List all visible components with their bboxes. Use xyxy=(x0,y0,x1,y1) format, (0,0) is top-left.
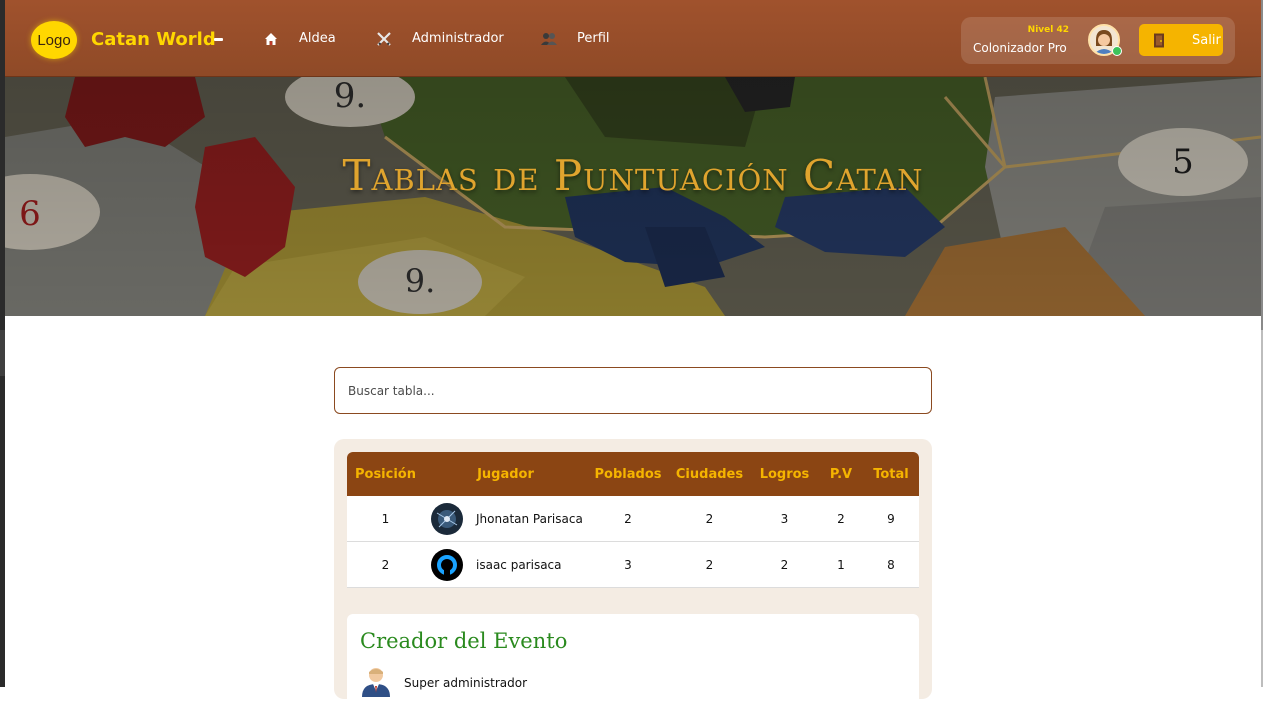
nav-item-administrador[interactable]: Administrador xyxy=(376,0,504,77)
column-header-total[interactable]: Total xyxy=(863,452,919,496)
logo-text: Logo xyxy=(37,31,71,49)
column-header-posicion[interactable]: Posición xyxy=(347,452,424,496)
cell-position: 1 xyxy=(347,496,424,542)
nav-label-administrador: Administrador xyxy=(412,31,504,46)
logout-button[interactable]: Salir xyxy=(1139,24,1223,56)
column-header-jugador[interactable]: Jugador xyxy=(424,452,587,496)
score-table: Posición Jugador Poblados Ciudades Logro… xyxy=(347,452,919,588)
column-header-ciudades[interactable]: Ciudades xyxy=(669,452,750,496)
cell-total: 8 xyxy=(863,541,919,588)
cell-poblados: 3 xyxy=(587,541,669,588)
brand-separator xyxy=(214,38,223,41)
player-avatar[interactable] xyxy=(431,502,463,535)
table-row[interactable]: 1 Jhonatan Parisaca 2 2 3 2 9 xyxy=(347,496,919,542)
column-header-logros[interactable]: Logros xyxy=(750,452,819,496)
column-header-pv[interactable]: P.V xyxy=(819,452,863,496)
search-input[interactable] xyxy=(334,367,932,414)
door-icon xyxy=(1154,33,1164,47)
nav-item-aldea[interactable]: Aldea xyxy=(263,0,336,77)
cell-ciudades: 2 xyxy=(669,496,750,542)
user-rank: Colonizador Pro xyxy=(973,41,1067,55)
event-creator-panel: Creador del Evento Super administrador xyxy=(347,614,919,714)
cell-player: isaac parisaca xyxy=(424,541,587,588)
cell-total: 9 xyxy=(863,496,919,542)
top-navbar: Logo Catan World Aldea Administrador Per… xyxy=(5,0,1261,77)
administrator-icon xyxy=(362,668,390,697)
creator-name: Super administrador xyxy=(404,676,528,690)
player-name[interactable]: Jhonatan Parisaca xyxy=(476,512,583,526)
cell-pv: 1 xyxy=(819,541,863,588)
page-title: Tablas de Puntuación Catan xyxy=(342,151,924,200)
cell-poblados: 2 xyxy=(587,496,669,542)
crossed-swords-icon xyxy=(376,31,392,47)
cell-player: Jhonatan Parisaca xyxy=(424,496,587,542)
people-icon xyxy=(541,31,557,47)
cell-logros: 2 xyxy=(750,541,819,588)
cell-ciudades: 2 xyxy=(669,541,750,588)
table-header-row: Posición Jugador Poblados Ciudades Logro… xyxy=(347,452,919,496)
house-icon xyxy=(263,31,279,47)
column-header-poblados[interactable]: Poblados xyxy=(587,452,669,496)
creator-title: Creador del Evento xyxy=(360,629,568,653)
online-status-indicator xyxy=(1112,46,1122,56)
nav-item-perfil[interactable]: Perfil xyxy=(541,0,610,77)
user-panel: Nivel 42 Colonizador Pro Salir xyxy=(961,17,1235,64)
nav-label-aldea: Aldea xyxy=(299,31,336,46)
logo[interactable]: Logo xyxy=(31,21,77,59)
cell-position: 2 xyxy=(347,541,424,588)
hero-banner: 9. 9. 5 6 Tablas de Puntuación Catan xyxy=(5,77,1261,316)
player-name[interactable]: isaac parisaca xyxy=(476,558,562,572)
table-row[interactable]: 2 isaac parisaca 3 2 2 1 8 xyxy=(347,541,919,588)
logout-label: Salir xyxy=(1192,32,1221,48)
nav-label-perfil: Perfil xyxy=(577,31,610,46)
player-avatar[interactable] xyxy=(431,548,463,581)
cell-pv: 2 xyxy=(819,496,863,542)
brand-name[interactable]: Catan World xyxy=(91,29,216,50)
user-level: Nivel 42 xyxy=(1027,25,1069,35)
cell-logros: 3 xyxy=(750,496,819,542)
scoreboard-card: Posición Jugador Poblados Ciudades Logro… xyxy=(334,439,932,714)
